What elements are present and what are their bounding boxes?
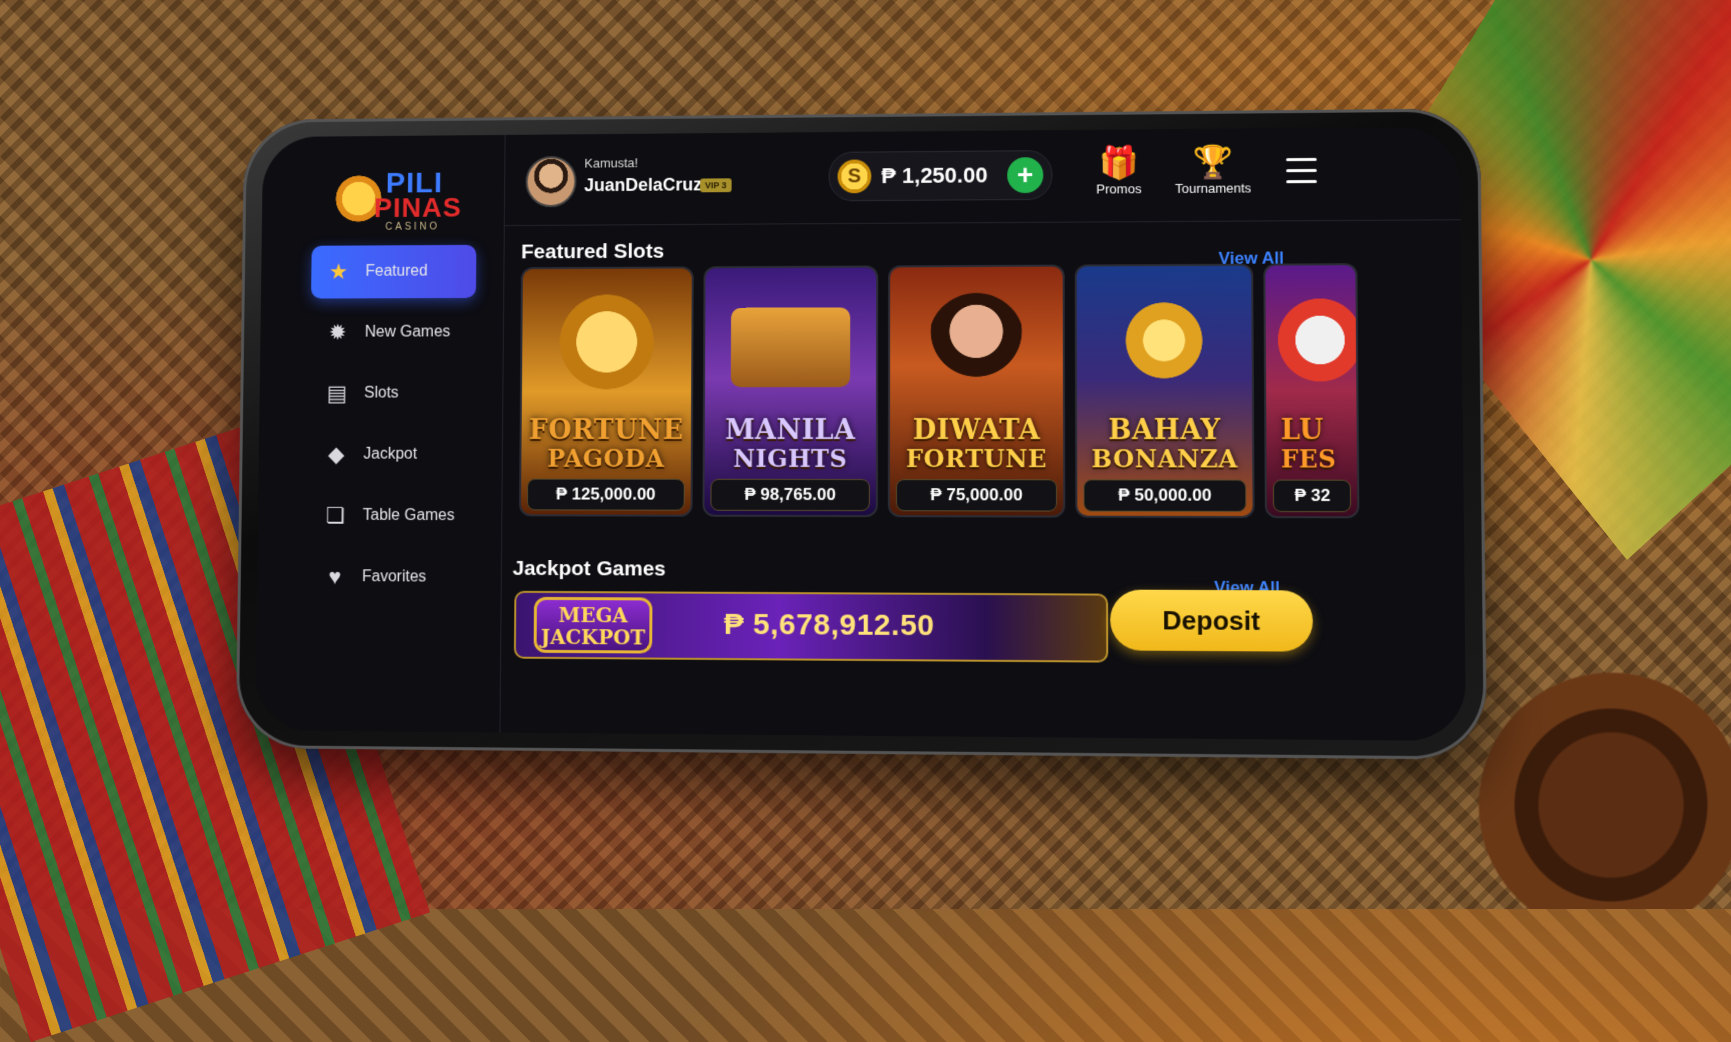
logo-text-line3: CASINO bbox=[385, 221, 440, 233]
wallet-balance: S ₱ 1,250.00 + bbox=[828, 150, 1053, 202]
mega-badge-line2: JACKPOT bbox=[540, 624, 646, 650]
sidebar-item-label: Slots bbox=[364, 384, 399, 402]
diamond-icon: ◆ bbox=[327, 441, 345, 467]
mega-jackpot-badge: MEGA JACKPOT bbox=[533, 596, 653, 654]
casino-logo[interactable]: PILI PINAS CASINO bbox=[329, 163, 475, 234]
game-title-line2: PAGODA bbox=[547, 443, 665, 473]
golden-sun-figure bbox=[1115, 291, 1214, 389]
game-title: DIWATA FORTUNE bbox=[890, 414, 1063, 474]
heart-icon: ♥ bbox=[328, 564, 342, 590]
game-prize: ₱ 32 bbox=[1272, 479, 1352, 513]
add-funds-button[interactable]: + bbox=[1007, 157, 1044, 194]
cards-icon: ❏ bbox=[325, 502, 346, 528]
deposit-button[interactable]: Deposit bbox=[1110, 589, 1314, 652]
app-screen: PILI PINAS CASINO ★ Featured ✹ New Games… bbox=[255, 126, 1467, 742]
jackpot-games-title: Jackpot Games bbox=[512, 556, 666, 581]
game-title: FORTUNE PAGODA bbox=[521, 415, 691, 473]
game-title: LU FES bbox=[1266, 414, 1357, 474]
lion-dance-figure bbox=[1270, 291, 1360, 389]
tournaments-button[interactable]: 🏆 Tournaments bbox=[1167, 142, 1259, 196]
game-title-line1: DIWATA bbox=[912, 414, 1041, 447]
sidebar-item-label: Favorites bbox=[361, 568, 427, 586]
featured-slots-title: Featured Slots bbox=[521, 239, 665, 264]
sidebar-item-slots[interactable]: ▤ Slots bbox=[310, 367, 476, 420]
jeepney-figure bbox=[730, 307, 851, 388]
vip-badge: VIP 3 bbox=[700, 178, 732, 193]
game-title-line2: FORTUNE bbox=[905, 444, 1047, 474]
game-title: MANILA NIGHTS bbox=[705, 415, 876, 474]
sidebar: PILI PINAS CASINO ★ Featured ✹ New Games… bbox=[255, 134, 506, 733]
top-header: Kamusta! JuanDelaCruz VIP 3 S ₱ 1,250.00… bbox=[503, 126, 1461, 227]
sidebar-item-label: Featured bbox=[365, 262, 428, 280]
mega-badge-line1: MEGA bbox=[558, 603, 628, 628]
avatar[interactable] bbox=[525, 155, 577, 208]
jackpot-amount: ₱ 5,678,912.50 bbox=[723, 607, 935, 643]
sidebar-item-label: New Games bbox=[364, 323, 451, 341]
game-card-lunar-fest[interactable]: LU FES ₱ 32 bbox=[1263, 263, 1360, 519]
game-title-line1: LU bbox=[1280, 414, 1324, 447]
mega-jackpot-banner[interactable]: MEGA JACKPOT ₱ 5,678,912.50 bbox=[513, 590, 1109, 663]
trophy-icon: 🏆 bbox=[1192, 143, 1234, 180]
slot-machine-icon: ▤ bbox=[326, 380, 348, 406]
game-card-bahay-bonanza[interactable]: BAHAY BONANZA ₱ 50,000.00 bbox=[1074, 263, 1255, 519]
greeting-text: Kamusta! bbox=[584, 155, 639, 171]
phone-device: PILI PINAS CASINO ★ Featured ✹ New Games… bbox=[235, 108, 1488, 760]
hamburger-menu-icon[interactable] bbox=[1286, 157, 1317, 184]
tournaments-label: Tournaments bbox=[1174, 180, 1252, 197]
sidebar-item-featured[interactable]: ★ Featured bbox=[311, 244, 477, 299]
balance-amount: ₱ 1,250.00 bbox=[881, 162, 988, 189]
new-badge-icon: ✹ bbox=[328, 319, 347, 345]
sidebar-item-table-games[interactable]: ❏ Table Games bbox=[308, 489, 474, 543]
game-prize: ₱ 75,000.00 bbox=[895, 479, 1058, 512]
game-title-line1: BAHAY bbox=[1108, 414, 1221, 447]
sidebar-item-favorites[interactable]: ♥ Favorites bbox=[307, 550, 473, 604]
game-title-line1: FORTUNE bbox=[528, 415, 684, 446]
coin-icon: S bbox=[837, 159, 872, 194]
game-prize: ₱ 125,000.00 bbox=[526, 478, 685, 511]
game-title-line2: NIGHTS bbox=[733, 443, 848, 474]
game-card-diwata-fortune[interactable]: DIWATA FORTUNE ₱ 75,000.00 bbox=[887, 264, 1066, 518]
sidebar-item-jackpot[interactable]: ◆ Jackpot bbox=[309, 428, 475, 481]
gift-icon: 🎁 bbox=[1098, 144, 1139, 181]
game-card-fortune-pagoda[interactable]: FORTUNE PAGODA ₱ 125,000.00 bbox=[518, 266, 694, 517]
sidebar-item-label: Jackpot bbox=[363, 445, 418, 463]
game-title-line1: MANILA bbox=[725, 415, 856, 446]
game-title-line2: FES bbox=[1280, 444, 1337, 474]
sidebar-item-label: Table Games bbox=[362, 506, 455, 525]
star-icon: ★ bbox=[328, 259, 349, 284]
promos-label: Promos bbox=[1096, 181, 1142, 197]
diwata-figure bbox=[928, 292, 1025, 389]
sidebar-item-new-games[interactable]: ✹ New Games bbox=[310, 306, 476, 360]
game-card-manila-nights[interactable]: MANILA NIGHTS ₱ 98,765.00 bbox=[702, 265, 879, 518]
sidebar-nav: ★ Featured ✹ New Games ▤ Slots ◆ Jackpot… bbox=[307, 244, 477, 613]
promos-button[interactable]: 🎁 Promos bbox=[1089, 143, 1150, 196]
game-title-line2: BONANZA bbox=[1091, 444, 1238, 474]
featured-slots-carousel: FORTUNE PAGODA ₱ 125,000.00 MANILA NIGHT… bbox=[518, 262, 1466, 521]
logo-text-line2: PINAS bbox=[373, 192, 462, 223]
game-prize: ₱ 50,000.00 bbox=[1083, 479, 1247, 512]
game-prize: ₱ 98,765.00 bbox=[710, 478, 870, 512]
golden-god-figure bbox=[559, 294, 655, 390]
game-title: BAHAY BONANZA bbox=[1077, 414, 1252, 474]
username: JuanDelaCruz bbox=[584, 174, 703, 196]
